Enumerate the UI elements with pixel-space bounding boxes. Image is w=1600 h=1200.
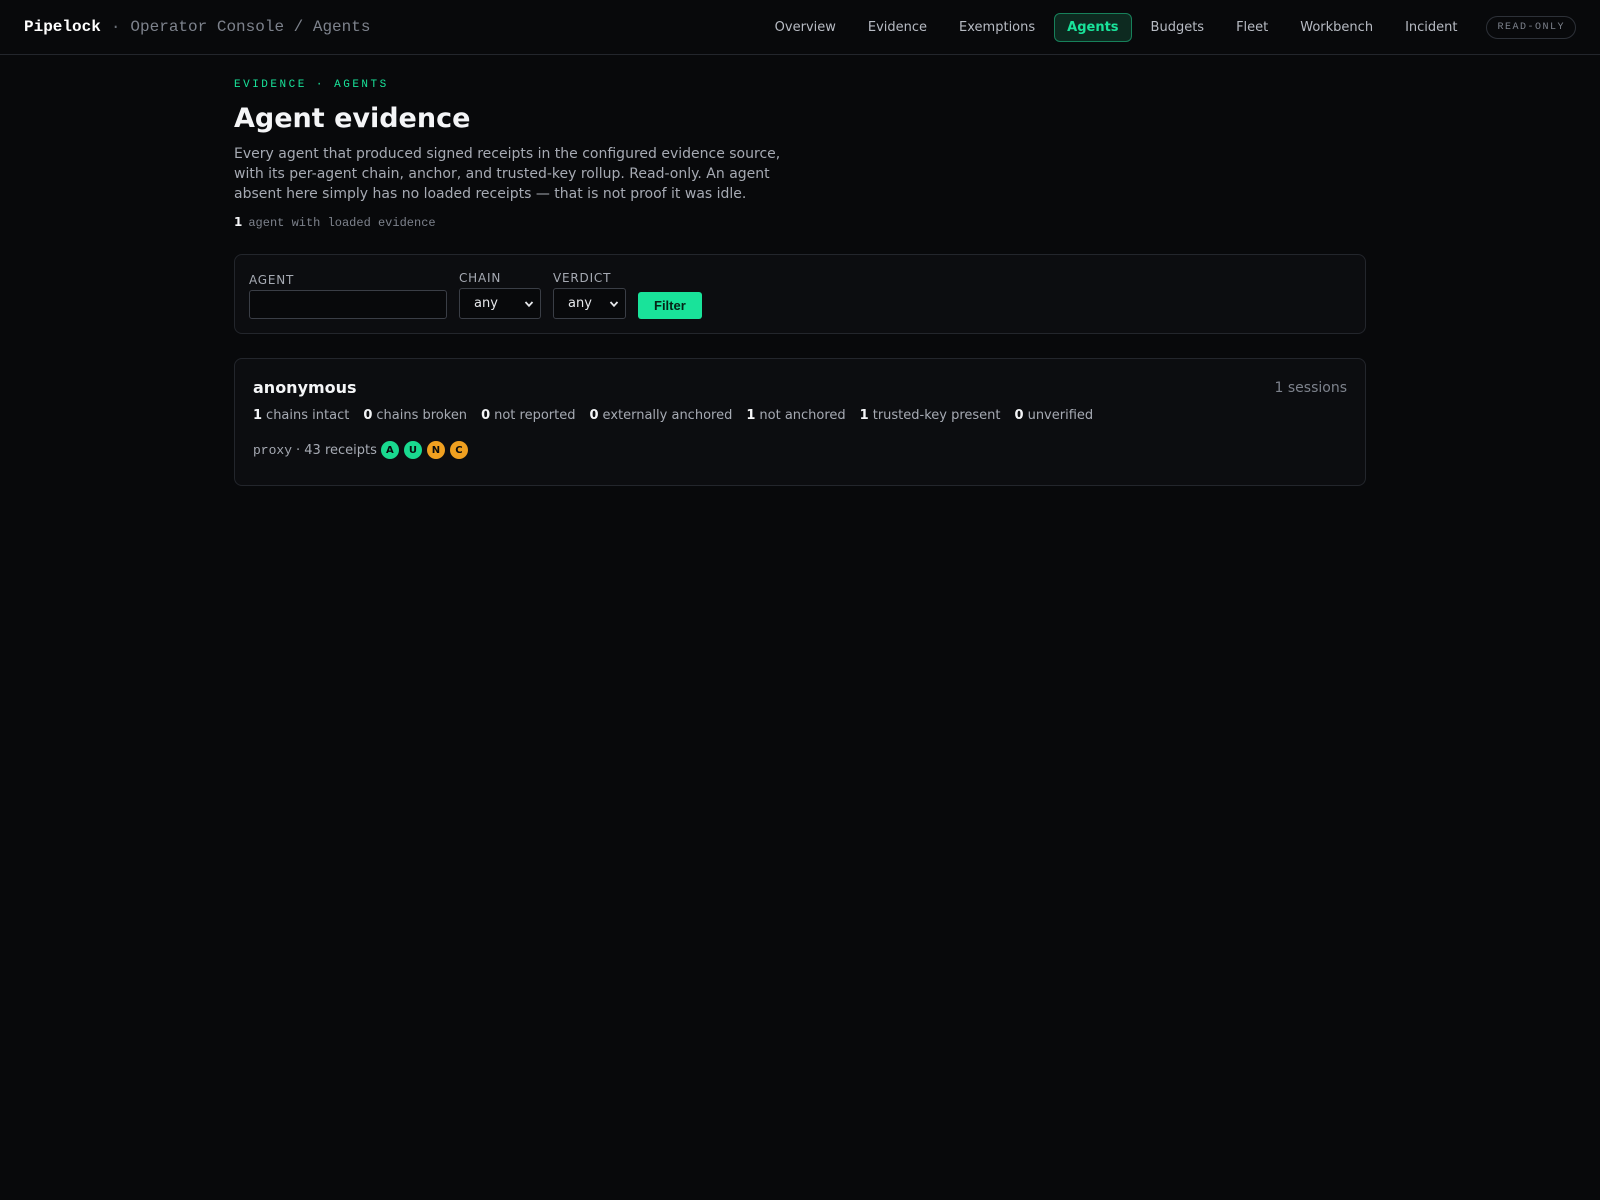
agent-filter-field: AGENT [249,273,447,319]
stat-value: 0 [1014,408,1024,423]
nav-item-overview[interactable]: Overview [762,13,849,42]
agent-count-text: agent with loaded evidence [248,216,436,230]
nav-item-evidence[interactable]: Evidence [855,13,940,42]
source-name: proxy [253,442,293,458]
source-row: proxy · 43 receipts A U N C [253,441,1347,459]
chain-filter-field: CHAIN any [459,271,541,319]
status-badge-c: C [449,441,468,459]
chain-select-value: any [474,296,498,311]
nav-item-agents[interactable]: Agents [1054,12,1132,42]
main-content: EVIDENCE · AGENTS Agent evidence Every a… [234,55,1366,486]
brand-name: Pipelock [24,18,101,36]
top-nav-bar: Pipelock · Operator Console / Agents Ove… [0,0,1600,55]
stat-chains-broken: 0 chains broken [363,408,467,423]
stat-trusted-key-present: 1 trusted-key present [860,408,1001,423]
agent-filter-input[interactable] [249,290,447,319]
nav-item-budgets[interactable]: Budgets [1138,13,1218,42]
verdict-filter-field: VERDICT any [553,271,626,319]
read-only-badge: READ-ONLY [1486,15,1576,39]
agent-filter-label: AGENT [249,273,295,287]
stat-label: externally anchored [602,408,733,423]
stat-value: 1 [746,408,756,423]
chevron-down-icon [609,300,619,307]
stat-value: 0 [363,408,373,423]
chain-filter-label: CHAIN [459,271,502,285]
stat-unverified: 0 unverified [1015,408,1094,423]
status-badge-u: U [403,441,422,459]
chain-select[interactable]: any [459,288,541,319]
stat-label: trusted-key present [872,408,1001,423]
page-description: Every agent that produced signed receipt… [234,146,781,202]
page-title: Agent evidence [234,103,471,134]
filter-button[interactable]: Filter [638,292,702,319]
stat-label: chains intact [266,408,350,423]
verdict-filter-label: VERDICT [553,271,612,285]
agent-stats: 1 chains intact 0 chains broken 0 not repor… [253,408,1347,423]
nav-item-fleet[interactable]: Fleet [1223,13,1281,42]
breadcrumb: Operator Console / Agents [130,18,371,36]
stat-not-anchored: 1 not anchored [746,408,845,423]
status-badges: A U N C [380,441,468,459]
verdict-select-value: any [568,296,592,311]
nav-item-exemptions[interactable]: Exemptions [946,13,1048,42]
nav-item-incident[interactable]: Incident [1392,13,1470,42]
nav-item-workbench[interactable]: Workbench [1287,13,1386,42]
stat-chains-intact: 1 chains intact [253,408,349,423]
agent-name: anonymous [253,378,357,397]
stat-label: chains broken [376,408,468,423]
stat-label: unverified [1027,408,1094,423]
stat-value: 1 [253,408,263,423]
brand[interactable]: Pipelock · Operator Console / Agents [24,18,370,36]
main-nav: Overview Evidence Exemptions Agents Budg… [762,12,1576,42]
agent-count: 1 [234,215,243,229]
status-badge-n: N [426,441,445,459]
chevron-down-icon [524,300,534,307]
stat-value: 1 [859,408,869,423]
filter-panel: AGENT CHAIN any VERDICT any Filter [234,254,1366,334]
agent-card-header: anonymous 1 sessions [253,378,1347,397]
stat-label: not reported [494,408,576,423]
verdict-select[interactable]: any [553,288,626,319]
session-count: 1 sessions [1274,379,1347,396]
agent-card: anonymous 1 sessions 1 chains intact 0 cha… [234,358,1366,486]
stat-not-reported: 0 not reported [481,408,575,423]
section-kicker: EVIDENCE · AGENTS [234,79,389,91]
stat-externally-anchored: 0 externally anchored [590,408,733,423]
stat-value: 0 [589,408,599,423]
receipt-count: · 43 receipts [296,442,377,458]
agent-count-line: 1 agent with loaded evidence [234,215,1366,230]
brand-separator: · [110,18,121,36]
stat-label: not anchored [759,408,846,423]
status-badge-a: A [380,441,399,459]
stat-value: 0 [481,408,491,423]
